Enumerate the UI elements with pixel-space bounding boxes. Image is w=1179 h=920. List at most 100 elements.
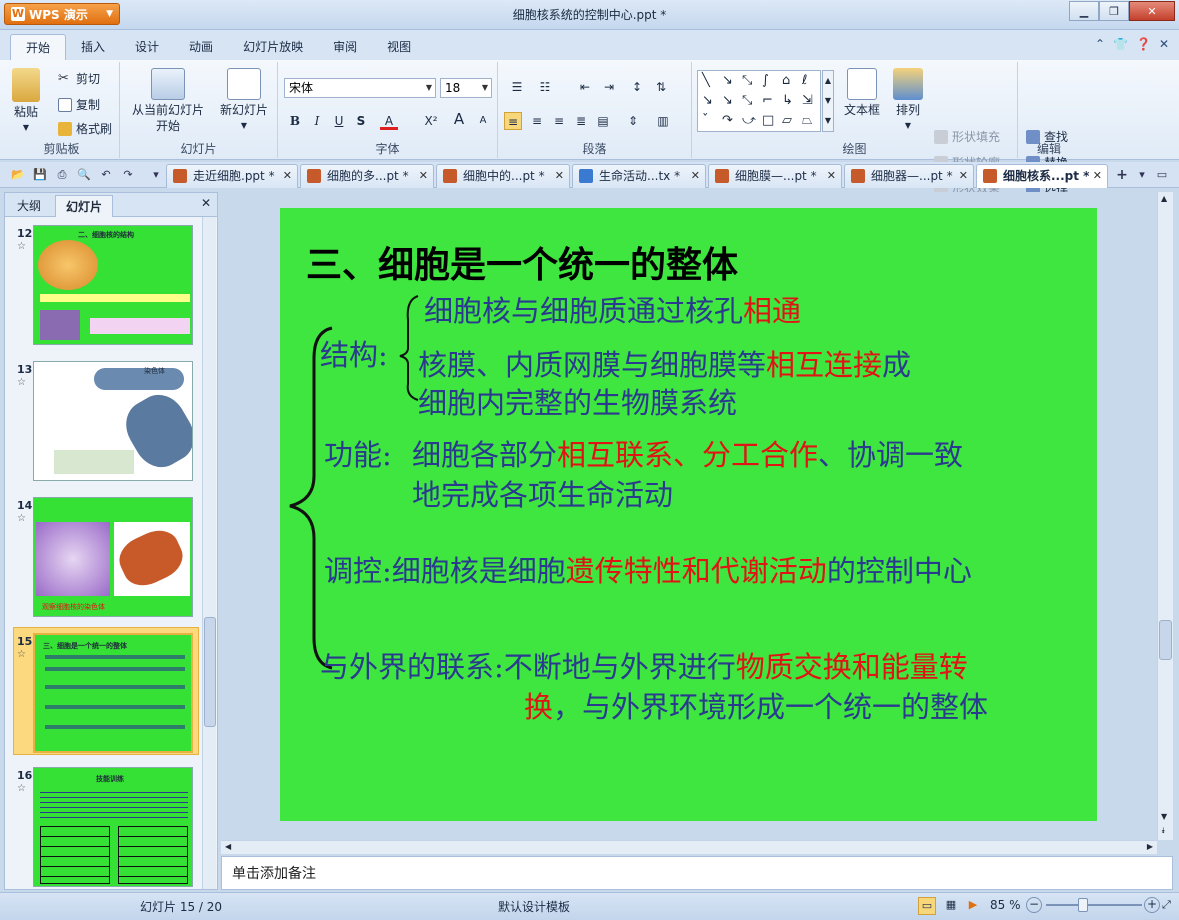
increase-indent-icon[interactable]: ⇥ bbox=[600, 78, 618, 96]
horizontal-scrollbar[interactable]: ◀ ▶ bbox=[221, 840, 1157, 854]
close-window-button[interactable]: ✕ bbox=[1129, 1, 1175, 21]
redo-icon[interactable]: ↷ bbox=[120, 167, 136, 183]
tab-outline[interactable]: 大纲 bbox=[7, 195, 51, 217]
tab-list-icon[interactable]: ▾ bbox=[1134, 167, 1150, 183]
slide-thumbnail[interactable]: 染色体 bbox=[33, 361, 193, 481]
trapezoid-shape-icon[interactable]: ⏢ bbox=[802, 113, 812, 128]
superscript-button[interactable]: X² bbox=[420, 112, 442, 130]
slide-thumbnail[interactable]: 技能训练 bbox=[33, 767, 193, 887]
slide-canvas[interactable]: 三、细胞是一个统一的整体 结构: 细胞核与细胞质通过核孔相通 核膜、内质网膜与细… bbox=[280, 208, 1097, 821]
find-button[interactable]: 查找 bbox=[1026, 128, 1068, 145]
tab-home[interactable]: 开始 bbox=[10, 34, 67, 60]
play-from-current-button[interactable]: 从当前幻灯片 开始 bbox=[128, 68, 208, 134]
scroll-right-icon[interactable]: ▶ bbox=[1147, 842, 1153, 851]
scrollbar-thumb[interactable] bbox=[204, 617, 216, 727]
cut-button[interactable]: ✂ 剪切 bbox=[58, 70, 100, 87]
numbering-icon[interactable]: ☷ bbox=[536, 78, 554, 96]
double-arrow-shape-icon[interactable]: ⤡ bbox=[742, 73, 752, 88]
next-slide-icon[interactable]: ⯯ bbox=[1161, 826, 1166, 836]
close-doc-icon[interactable]: ✕ bbox=[1159, 37, 1169, 51]
font-size-input[interactable]: 18 ▼ bbox=[440, 78, 492, 98]
help-icon[interactable]: ❓ bbox=[1136, 37, 1151, 51]
bold-button[interactable]: B bbox=[286, 112, 304, 130]
doc-tab[interactable]: 生命活动...tx * ✕ bbox=[572, 164, 706, 188]
doc-tab-active[interactable]: 细胞核系...pt * ✕ bbox=[976, 164, 1108, 188]
line-spacing-icon[interactable]: ↕ bbox=[628, 78, 646, 96]
vertical-scrollbar[interactable]: ▲ ▼ ⯯ bbox=[1157, 192, 1173, 840]
scribble-shape-icon[interactable]: ℓ bbox=[802, 73, 807, 88]
paragraph-spacing-icon[interactable]: ⇕ bbox=[624, 112, 642, 130]
tab-layout-icon[interactable]: ▭ bbox=[1154, 167, 1170, 183]
scrollbar-thumb[interactable] bbox=[1159, 620, 1172, 660]
close-panel-icon[interactable]: ✕ bbox=[201, 196, 211, 210]
undo-icon[interactable]: ↶ bbox=[98, 167, 114, 183]
thumbnail-scrollbar[interactable] bbox=[202, 217, 216, 889]
shapes-gallery-scroll[interactable]: ▲ ▼ ▼ bbox=[822, 70, 834, 132]
curved-connector-shape-icon[interactable]: ˇ bbox=[702, 113, 709, 128]
decrease-indent-icon[interactable]: ⇤ bbox=[576, 78, 594, 96]
tab-slideshow[interactable]: 幻灯片放映 bbox=[228, 34, 318, 60]
save-icon[interactable]: 💾 bbox=[32, 167, 48, 183]
shrink-font-button[interactable]: A bbox=[474, 112, 492, 130]
zoom-slider-thumb[interactable] bbox=[1078, 898, 1088, 912]
underline-button[interactable]: U bbox=[330, 112, 348, 130]
connector-double-shape-icon[interactable]: ⤡ bbox=[742, 93, 752, 108]
curved-arrow-shape-icon[interactable]: ↷ bbox=[722, 113, 733, 128]
text-direction-icon[interactable]: ⇅ bbox=[652, 78, 670, 96]
print-icon[interactable]: ⎙ bbox=[54, 167, 70, 183]
columns-icon[interactable]: ▥ bbox=[654, 112, 672, 130]
zoom-level[interactable]: 85 % bbox=[990, 898, 1021, 912]
new-slide-button[interactable]: 新幻灯片 ▼ bbox=[216, 68, 272, 134]
tab-review[interactable]: 审阅 bbox=[318, 34, 372, 60]
align-right-icon[interactable]: ≡ bbox=[550, 112, 568, 130]
freeform-shape-icon[interactable]: ⌂ bbox=[782, 73, 790, 88]
font-color-button[interactable]: A bbox=[380, 112, 398, 130]
slideshow-view-icon[interactable]: ▶ bbox=[964, 897, 982, 915]
minimize-button[interactable]: ▁ bbox=[1069, 1, 1099, 21]
close-tab-icon[interactable]: ✕ bbox=[827, 165, 836, 187]
tab-view[interactable]: 视图 bbox=[372, 34, 426, 60]
elbow-double-shape-icon[interactable]: ⇲ bbox=[802, 93, 813, 108]
scroll-left-icon[interactable]: ◀ bbox=[225, 842, 231, 851]
customize-toolbar-icon[interactable]: ▾ bbox=[148, 167, 164, 183]
doc-tab[interactable]: 细胞的多...pt * ✕ bbox=[300, 164, 434, 188]
align-left-icon[interactable]: ≡ bbox=[504, 112, 522, 130]
arrow-shape-icon[interactable]: ↘ bbox=[722, 73, 733, 88]
scroll-up-icon[interactable]: ▲ bbox=[1161, 194, 1167, 203]
font-name-input[interactable]: 宋体 ▼ bbox=[284, 78, 436, 98]
line-shape-icon[interactable]: ╲ bbox=[702, 73, 710, 88]
fit-window-icon[interactable]: ⤢ bbox=[1162, 898, 1171, 912]
align-center-icon[interactable]: ≡ bbox=[528, 112, 546, 130]
rectangle-shape-icon[interactable]: □ bbox=[762, 113, 774, 128]
slide-thumbnail-selected[interactable]: 三、细胞是一个统一的整体 bbox=[33, 633, 193, 753]
tab-design[interactable]: 设计 bbox=[120, 34, 174, 60]
grow-font-button[interactable]: A bbox=[450, 110, 468, 128]
print-preview-icon[interactable]: 🔍 bbox=[76, 167, 92, 183]
new-tab-icon[interactable]: + bbox=[1114, 167, 1130, 183]
distribute-icon[interactable]: ▤ bbox=[594, 112, 612, 130]
connector-shape-icon[interactable]: ↘ bbox=[702, 93, 713, 108]
slide-thumbnail[interactable]: 二、细胞核的结构 bbox=[33, 225, 193, 345]
doc-tab[interactable]: 细胞器—...pt * ✕ bbox=[844, 164, 974, 188]
curve-shape-icon[interactable]: ∫ bbox=[762, 73, 769, 88]
copy-button[interactable]: 复制 bbox=[58, 96, 100, 113]
collapse-ribbon-icon[interactable]: ⌃ bbox=[1095, 37, 1105, 51]
notes-pane[interactable]: 单击添加备注 bbox=[221, 856, 1173, 890]
scroll-down-icon[interactable]: ▼ bbox=[1161, 812, 1167, 821]
textbox-button[interactable]: 文本框 bbox=[840, 68, 884, 118]
justify-icon[interactable]: ≣ bbox=[572, 112, 590, 130]
format-painter-button[interactable]: 格式刷 bbox=[58, 120, 112, 137]
parallelogram-shape-icon[interactable]: ▱ bbox=[782, 113, 792, 128]
slide-thumbnail[interactable]: 观察细胞核的染色体 bbox=[33, 497, 193, 617]
close-tab-icon[interactable]: ✕ bbox=[1093, 165, 1102, 187]
close-tab-icon[interactable]: ✕ bbox=[555, 165, 564, 187]
doc-tab[interactable]: 细胞膜—...pt * ✕ bbox=[708, 164, 842, 188]
shapes-gallery[interactable]: ╲ ↘ ⤡ ∫ ⌂ ℓ ↘ ↘ ⤡ ⌐ ↳ ⇲ ˇ ↷ ⤻ □ ▱ ⏢ bbox=[697, 70, 821, 132]
close-tab-icon[interactable]: ✕ bbox=[959, 165, 968, 187]
shadow-button[interactable]: S bbox=[352, 112, 370, 130]
shape-fill-button[interactable]: 形状填充 bbox=[934, 128, 1000, 145]
tab-insert[interactable]: 插入 bbox=[66, 34, 120, 60]
italic-button[interactable]: I bbox=[308, 112, 326, 130]
open-icon[interactable]: 📂 bbox=[10, 167, 26, 183]
elbow-arrow-shape-icon[interactable]: ↳ bbox=[782, 93, 793, 108]
